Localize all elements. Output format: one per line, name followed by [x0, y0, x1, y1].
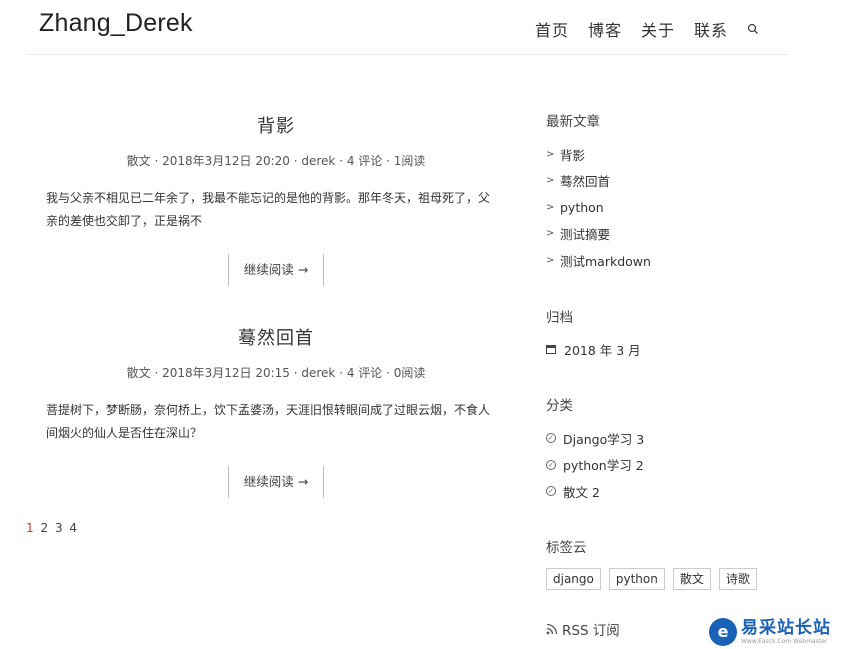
list-item: ✓ 散文 2 — [546, 478, 644, 505]
chevron-right-icon: > — [546, 228, 555, 240]
watermark-text: 易采站长站 Www.Easck.Com Webmaster — [741, 618, 831, 646]
page-link-2[interactable]: 2 — [40, 521, 48, 535]
category-link[interactable]: 散文 2 — [563, 482, 600, 501]
watermark-logo-icon: e — [709, 617, 737, 646]
list-item: > 测试摘要 — [546, 221, 651, 248]
rss-label: RSS 订阅 — [562, 623, 620, 639]
post-author[interactable]: derek — [301, 154, 335, 168]
circle-check-icon: ✓ — [546, 459, 556, 470]
post-author[interactable]: derek — [301, 366, 335, 380]
recent-posts-title: 最新文章 — [546, 114, 600, 130]
rss-link[interactable]: RSS 订阅 — [546, 619, 620, 639]
list-item: > 蓦然回首 — [546, 168, 651, 195]
chevron-right-icon: > — [546, 201, 555, 213]
archive-list: 2018 年 3 月 — [546, 336, 641, 363]
category-link[interactable]: python学习 2 — [563, 455, 644, 474]
post-excerpt: 我与父亲不相见已二年余了，我最不能忘记的是他的背影。那年冬天，祖母死了，父亲的差… — [46, 191, 491, 228]
category-list: ✓ Django学习 3 ✓ python学习 2 ✓ 散文 2 — [546, 425, 644, 505]
search-icon[interactable] — [746, 22, 760, 36]
recent-post-link[interactable]: 背影 — [560, 145, 585, 164]
circle-check-icon: ✓ — [546, 433, 556, 444]
post-reads: 1阅读 — [393, 154, 426, 168]
list-item: > 背影 — [546, 141, 651, 168]
recent-post-link[interactable]: 测试markdown — [560, 251, 651, 270]
nav-contact[interactable]: 联系 — [694, 17, 728, 41]
post-comments[interactable]: 4 评论 — [347, 154, 382, 168]
archive-link[interactable]: 2018 年 3 月 — [564, 340, 641, 359]
nav-about[interactable]: 关于 — [641, 17, 675, 41]
category-title: 分类 — [546, 398, 573, 414]
calendar-icon — [546, 344, 556, 354]
archive-title: 归档 — [546, 310, 573, 326]
chevron-right-icon: > — [546, 175, 555, 187]
list-item: > python — [546, 194, 651, 221]
page-link-4[interactable]: 4 — [69, 521, 77, 535]
post-meta: 散文 · 2018年3月12日 20:20 · derek · 4 评论 · 1… — [126, 154, 426, 168]
recent-post-link[interactable]: 蓦然回首 — [560, 171, 610, 190]
tag-link[interactable]: 诗歌 — [718, 568, 757, 590]
post-category[interactable]: 散文 — [127, 154, 151, 168]
site-header: Zhang_Derek 首页 博客 关于 联系 — [26, 0, 788, 55]
list-item: ✓ Django学习 3 — [546, 425, 644, 452]
category-link[interactable]: Django学习 3 — [563, 429, 644, 448]
tag-cloud: django python 散文 诗歌 — [546, 568, 765, 590]
watermark-sub: Www.Easck.Com Webmaster — [741, 637, 828, 645]
site-brand[interactable]: Zhang_Derek — [39, 9, 193, 38]
post-date[interactable]: 2018年3月12日 20:20 — [162, 154, 290, 168]
post-title[interactable]: 背影 — [257, 116, 295, 137]
post-reads: 0阅读 — [393, 366, 426, 380]
post-excerpt: 菩提树下，梦断肠，奈何桥上，饮下孟婆汤，天涯旧恨转眼间成了过眼云烟，不食人间烟火… — [46, 403, 491, 440]
nav-home[interactable]: 首页 — [535, 17, 569, 41]
post-comments[interactable]: 4 评论 — [347, 366, 382, 380]
post-category[interactable]: 散文 — [127, 366, 151, 380]
list-item: ✓ python学习 2 — [546, 452, 644, 479]
recent-post-link[interactable]: 测试摘要 — [560, 224, 610, 243]
main-nav: 首页 博客 关于 联系 — [516, 17, 760, 41]
post-date[interactable]: 2018年3月12日 20:15 — [162, 366, 290, 380]
read-more-button[interactable]: 继续阅读 → — [228, 466, 324, 498]
page-link-3[interactable]: 3 — [55, 521, 63, 535]
post-meta: 散文 · 2018年3月12日 20:15 · derek · 4 评论 · 0… — [126, 366, 426, 380]
tag-link[interactable]: 散文 — [672, 568, 711, 590]
tag-link[interactable]: django — [546, 568, 601, 590]
tag-cloud-title: 标签云 — [546, 540, 587, 556]
page-link-1[interactable]: 1 — [26, 521, 34, 535]
nav-blog[interactable]: 博客 — [588, 17, 622, 41]
rss-icon — [546, 623, 558, 635]
post-title[interactable]: 蓦然回首 — [238, 328, 314, 349]
circle-check-icon: ✓ — [546, 486, 556, 497]
chevron-right-icon: > — [546, 148, 555, 160]
tag-link[interactable]: python — [608, 568, 665, 590]
chevron-right-icon: > — [546, 254, 555, 266]
watermark: e 易采站长站 Www.Easck.Com Webmaster — [706, 614, 842, 649]
recent-post-link[interactable]: python — [560, 200, 604, 215]
watermark-main: 易采站长站 — [741, 617, 831, 638]
list-item: 2018 年 3 月 — [546, 336, 641, 363]
recent-posts-list: > 背影 > 蓦然回首 > python > 测试摘要 > 测试markdown — [546, 141, 651, 274]
post-article: 背影 散文 · 2018年3月12日 20:20 · derek · 4 评论 … — [26, 112, 526, 286]
pagination: 1 2 3 4 — [26, 521, 80, 535]
list-item: > 测试markdown — [546, 247, 651, 274]
post-article: 蓦然回首 散文 · 2018年3月12日 20:15 · derek · 4 评… — [26, 324, 526, 498]
read-more-button[interactable]: 继续阅读 → — [228, 254, 324, 286]
